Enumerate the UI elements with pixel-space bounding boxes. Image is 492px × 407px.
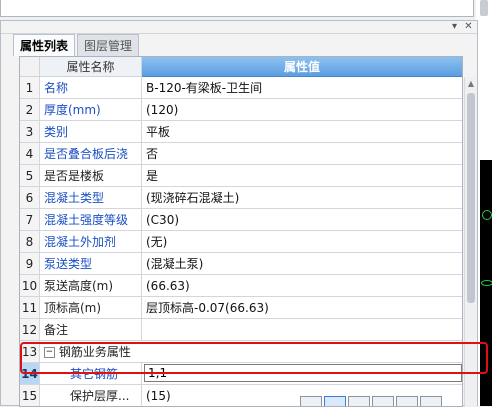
group-label: 钢筋业务属性 (58, 345, 131, 359)
row-number: 5 (20, 165, 40, 187)
property-grid: 属性名称 属性值 1 名称 B-120-有梁板-卫生间 2 厚度(mm) (12… (19, 56, 463, 407)
table-row[interactable]: 9 泵送类型 (混凝土泵) (20, 253, 462, 275)
property-name: 备注 (40, 319, 142, 341)
table-row-group[interactable]: 13 − 钢筋业务属性 (20, 341, 462, 363)
tab-layer-management[interactable]: 图层管理 (77, 34, 140, 56)
table-row-selected[interactable]: 14 其它钢筋 (20, 363, 462, 385)
property-value[interactable]: 是 (142, 165, 462, 187)
property-value-cell (142, 363, 462, 385)
row-number: 4 (20, 143, 40, 165)
property-value[interactable]: (现浇碎石混凝土) (142, 187, 462, 209)
property-value[interactable]: (120) (142, 99, 462, 121)
table-row[interactable]: 12 备注 (20, 319, 462, 341)
property-value[interactable]: 否 (142, 143, 462, 165)
table-row[interactable]: 3 类别 平板 (20, 121, 462, 143)
scroll-thumb[interactable] (467, 93, 475, 303)
group-header: − 钢筋业务属性 (39, 341, 462, 363)
property-value[interactable]: (无) (142, 231, 462, 253)
row-number: 3 (20, 121, 40, 143)
panel-title-bar (1, 21, 477, 34)
row-number: 8 (20, 231, 40, 253)
table-row[interactable]: 10 泵送高度(m) (66.63) (20, 275, 462, 297)
property-value-input[interactable] (144, 364, 462, 382)
row-number: 15 (20, 385, 40, 406)
header-number-cell (20, 57, 40, 77)
table-row[interactable]: 6 混凝土类型 (现浇碎石混凝土) (20, 187, 462, 209)
toolbar-button[interactable] (372, 396, 394, 406)
row-number: 1 (20, 77, 40, 99)
property-name: 名称 (40, 77, 142, 99)
row-number: 11 (20, 297, 40, 319)
property-name: 其它钢筋 (40, 363, 142, 385)
tab-property-list[interactable]: 属性列表 (13, 34, 76, 56)
row-number: 6 (20, 187, 40, 209)
row-number: 7 (20, 209, 40, 231)
grid-scrollbar[interactable]: ▲ (464, 77, 477, 407)
property-value[interactable]: 平板 (142, 121, 462, 143)
property-name: 泵送类型 (40, 253, 142, 275)
drawing-canvas-edge[interactable] (480, 160, 492, 406)
grid-header: 属性名称 属性值 (20, 57, 462, 77)
property-name: 厚度(mm) (40, 99, 142, 121)
property-name: 顶标高(m) (40, 297, 142, 319)
collapse-icon[interactable]: − (43, 347, 55, 358)
close-icon[interactable]: ✕ (463, 22, 474, 32)
property-panel: ▾ ✕ 属性列表 图层管理 属性名称 属性值 1 名称 B-120-有梁板-卫生… (0, 20, 478, 407)
property-value[interactable]: 层顶标高-0.07(66.63) (142, 297, 462, 319)
property-name: 泵送高度(m) (40, 275, 142, 297)
bottom-toolbar (300, 396, 442, 406)
canvas-marker (482, 210, 492, 220)
table-row[interactable]: 5 是否是楼板 是 (20, 165, 462, 187)
table-row[interactable]: 11 顶标高(m) 层顶标高-0.07(66.63) (20, 297, 462, 319)
property-name: 类别 (40, 121, 142, 143)
upper-pane (0, 0, 474, 17)
table-row[interactable]: 8 混凝土外加剂 (无) (20, 231, 462, 253)
toolbar-button[interactable] (300, 396, 322, 406)
table-row[interactable]: 7 混凝土强度等级 (C30) (20, 209, 462, 231)
property-value[interactable] (142, 319, 462, 341)
pin-icon[interactable]: ▾ (449, 22, 460, 32)
table-row[interactable]: 4 是否叠合板后浇 否 (20, 143, 462, 165)
toolbar-button[interactable] (396, 396, 418, 406)
row-number: 9 (20, 253, 40, 275)
row-number: 10 (20, 275, 40, 297)
header-property-value: 属性值 (142, 57, 462, 77)
row-number: 2 (20, 99, 40, 121)
property-name: 是否是楼板 (40, 165, 142, 187)
table-row[interactable]: 1 名称 B-120-有梁板-卫生间 (20, 77, 462, 99)
property-name: 混凝土类型 (40, 187, 142, 209)
toolbar-button[interactable] (420, 396, 442, 406)
toolbar-button[interactable] (348, 396, 370, 406)
header-property-name: 属性名称 (40, 57, 142, 77)
row-number: 14 (20, 363, 40, 385)
toolbar-button-active[interactable] (324, 396, 346, 406)
property-name: 保护层厚... (40, 385, 142, 406)
property-value[interactable]: (混凝土泵) (142, 253, 462, 275)
row-number: 13 (20, 341, 40, 363)
row-number: 12 (20, 319, 40, 341)
scroll-up-arrow-icon[interactable]: ▲ (466, 79, 476, 89)
property-value[interactable]: (C30) (142, 209, 462, 231)
property-name: 是否叠合板后浇 (40, 143, 142, 165)
property-value[interactable]: B-120-有梁板-卫生间 (142, 77, 462, 99)
canvas-marker (481, 280, 492, 286)
table-row[interactable]: 2 厚度(mm) (120) (20, 99, 462, 121)
panel-tabs: 属性列表 图层管理 (13, 34, 140, 56)
property-name: 混凝土外加剂 (40, 231, 142, 253)
property-value[interactable]: (66.63) (142, 275, 462, 297)
upper-pane-scrollbar[interactable] (480, 0, 488, 16)
property-name: 混凝土强度等级 (40, 209, 142, 231)
